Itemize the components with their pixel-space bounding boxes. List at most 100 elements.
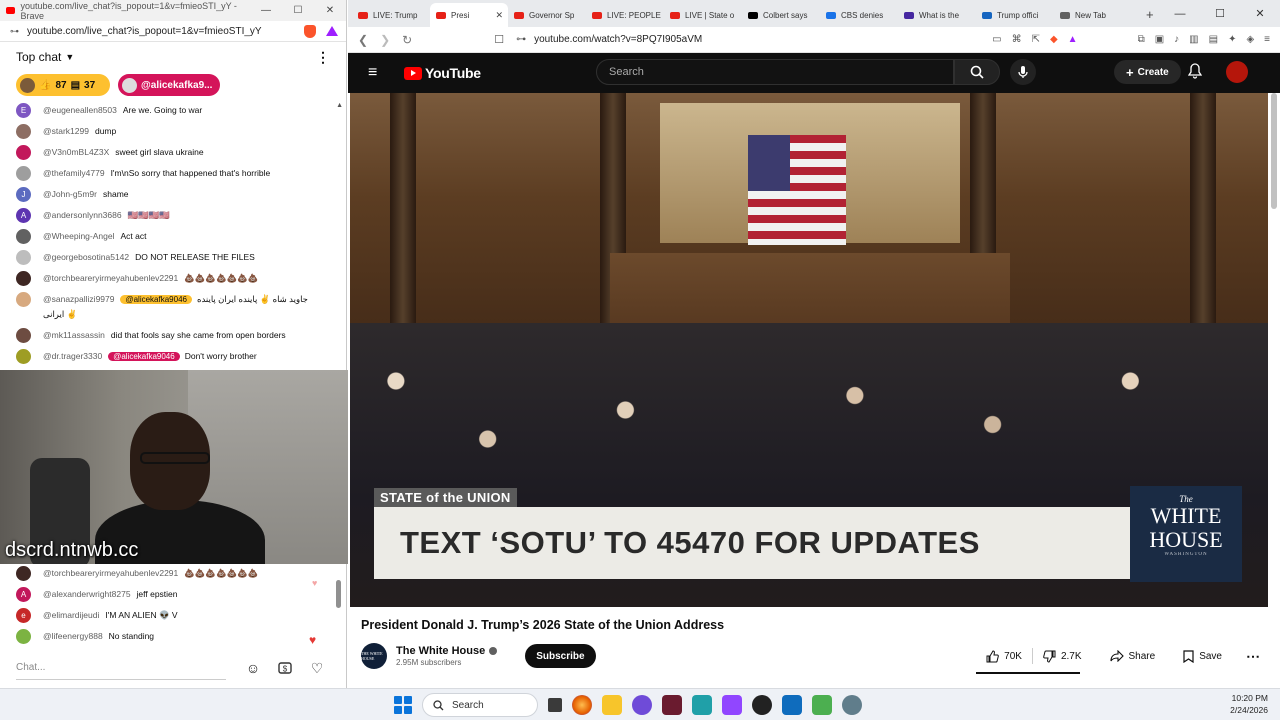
messenger-icon[interactable]	[632, 695, 652, 715]
browser-tab[interactable]: LIVE: PEOPLE	[586, 3, 664, 27]
firefox-icon[interactable]	[572, 695, 592, 715]
browser-tab[interactable]: Governor Sp	[508, 3, 586, 27]
search-button[interactable]	[954, 59, 1000, 85]
channel-name[interactable]: The White House	[396, 645, 485, 657]
sidebar-icon[interactable]: ▥	[1189, 34, 1198, 45]
browser-tab[interactable]: Presi ✕	[430, 3, 508, 27]
maximize-button[interactable]: ☐	[1200, 7, 1240, 20]
translate-icon[interactable]: ⌘	[1012, 34, 1022, 45]
chat-author[interactable]: @lifeenergy888	[43, 631, 103, 641]
heart-react-icon[interactable]: ♡	[308, 659, 326, 677]
vpn-icon[interactable]: ◈	[1246, 34, 1254, 45]
avatar[interactable]	[16, 145, 31, 160]
chat-author[interactable]: @thefamily4779	[43, 168, 105, 178]
chat-mention-badge[interactable]: @alicekafka9046	[120, 295, 192, 304]
chat-message[interactable]: @mk11assassin did that fools say she came…	[0, 325, 336, 346]
avatar[interactable]	[16, 629, 31, 644]
account-avatar[interactable]	[1226, 61, 1248, 83]
subscribe-button[interactable]: Subscribe	[525, 644, 596, 668]
windows-start-icon[interactable]	[394, 696, 412, 714]
more-options-icon[interactable]: ⋮	[316, 49, 330, 66]
chat-message[interactable]: @torchbeareryirmeyahubenlev2291 💩💩💩💩💩💩💩	[0, 563, 336, 584]
leo-icon[interactable]: ✦	[1228, 34, 1236, 45]
ticker-pink-pill[interactable]: @alicekafka9...	[118, 74, 221, 96]
chat-message[interactable]: A @andersonlynn3686 🇺🇸🇺🇸🇺🇸🇺🇸	[0, 205, 336, 226]
chat-author[interactable]: @V3n0mBL4Z3X	[43, 147, 109, 157]
chat-mention-badge[interactable]: @alicekafka9046	[108, 352, 180, 361]
channel-avatar[interactable]: THE WHITE HOUSE	[361, 643, 387, 669]
site-info-icon[interactable]: ⊶	[516, 34, 526, 45]
avatar[interactable]	[16, 166, 31, 181]
wallet-icon[interactable]: ▤	[1209, 34, 1218, 45]
notepad-icon[interactable]	[692, 695, 712, 715]
minimize-button[interactable]: —	[250, 5, 282, 16]
browser-tab[interactable]: Colbert says	[742, 3, 820, 27]
chat-message[interactable]: @Wheeping-Angel Act act	[0, 226, 336, 247]
top-chat-selector[interactable]: Top chat	[16, 50, 61, 64]
brave-rewards-icon[interactable]	[326, 26, 338, 36]
create-button[interactable]: + Create	[1114, 60, 1181, 84]
browser-tab[interactable]: LIVE: Trump	[352, 3, 430, 27]
chat-author[interactable]: @dr.trager3330	[43, 351, 102, 361]
brave-shields-icon[interactable]	[304, 24, 316, 38]
bookmark-icon[interactable]: ☐	[494, 33, 504, 46]
like-button[interactable]: 70K	[976, 643, 1032, 669]
settings-gear-icon[interactable]	[842, 695, 862, 715]
avatar[interactable]: e	[16, 608, 31, 623]
more-actions-button[interactable]: ⋯	[1240, 643, 1266, 669]
avatar[interactable]: J	[16, 187, 31, 202]
outlook-icon[interactable]	[782, 695, 802, 715]
chat-author[interactable]: @stark1299	[43, 126, 89, 136]
app-icon[interactable]	[662, 695, 682, 715]
site-info-icon[interactable]: ⊶	[10, 26, 19, 37]
chat-message[interactable]: @dr.trager3330 @alicekafka9046 Don't worry…	[0, 346, 336, 367]
brave-shields-icon[interactable]: ◆	[1050, 34, 1058, 45]
chat-message-list[interactable]: E @eugeneallen8503 Are we. Going to war @st…	[0, 100, 336, 367]
menu-icon[interactable]: ≡	[1264, 34, 1270, 45]
chat-message[interactable]: @sanazpallizi9979 @alicekafka9046 جاوید شا…	[0, 289, 336, 325]
chat-message[interactable]: J @John-g5m9r shame	[0, 184, 336, 205]
voice-search-button[interactable]	[1010, 59, 1036, 85]
chat-message[interactable]: e @elimardijeudi I'M AN ALIEN 👽 V	[0, 605, 336, 626]
popout-url[interactable]: youtube.com/live_chat?is_popout=1&v=fmie…	[19, 26, 262, 37]
reload-icon[interactable]: ↻	[402, 33, 412, 47]
system-clock[interactable]: 10:20 PM 2/24/2026	[1230, 692, 1268, 716]
chat-scrollbar[interactable]	[336, 580, 341, 608]
app-green-icon[interactable]	[812, 695, 832, 715]
avatar[interactable]	[16, 250, 31, 265]
brave-rewards-icon[interactable]: ▲	[1068, 34, 1078, 45]
file-explorer-icon[interactable]	[602, 695, 622, 715]
dislike-button[interactable]: 2.7K	[1033, 643, 1092, 669]
browser-tab[interactable]: Trump offici	[976, 3, 1054, 27]
chat-message[interactable]: @thefamily4779 I'm\nSo sorry that happene…	[0, 163, 336, 184]
avatar[interactable]	[16, 124, 31, 139]
notifications-button[interactable]	[1187, 63, 1203, 82]
chat-input[interactable]	[16, 656, 226, 680]
avatar[interactable]: A	[16, 587, 31, 602]
twitch-icon[interactable]	[722, 695, 742, 715]
chat-message[interactable]: @V3n0mBL4Z3X sweet girl slava ukraine	[0, 142, 336, 163]
avatar[interactable]: A	[16, 208, 31, 223]
avatar[interactable]	[16, 566, 31, 581]
avatar[interactable]	[16, 328, 31, 343]
video-player[interactable]: STATE of the UNION TEXT ‘SOTU’ TO 45470 …	[350, 93, 1268, 607]
save-button[interactable]: Save	[1173, 643, 1232, 669]
hamburger-menu-icon[interactable]: ≡	[368, 64, 386, 82]
avatar[interactable]	[16, 349, 31, 364]
emoji-icon[interactable]: ☺	[244, 659, 262, 677]
channel-name-row[interactable]: The White House	[396, 645, 498, 657]
scroll-up-arrow-icon[interactable]: ▲	[336, 102, 343, 109]
search-input[interactable]: Search	[596, 59, 954, 85]
browser-tab[interactable]: CBS denies	[820, 3, 898, 27]
task-view-icon[interactable]	[548, 698, 562, 712]
avatar[interactable]: E	[16, 103, 31, 118]
chevron-down-icon[interactable]: ▼	[65, 52, 74, 62]
youtube-logo[interactable]: YouTube	[404, 65, 481, 81]
chat-message[interactable]: E @eugeneallen8503 Are we. Going to war	[0, 100, 336, 121]
chat-message[interactable]: @georgebosotina5142 DO NOT RELEASE THE FI…	[0, 247, 336, 268]
chat-message[interactable]: @lifeenergy888 No standing	[0, 626, 336, 647]
maximize-button[interactable]: ☐	[282, 5, 314, 16]
ticker-yellow-pill[interactable]: 👍 87 ▤ 37	[16, 74, 110, 96]
popout-address-bar[interactable]: ⊶ youtube.com/live_chat?is_popout=1&v=fm…	[0, 21, 346, 42]
taskbar-search[interactable]: Search	[422, 693, 538, 717]
